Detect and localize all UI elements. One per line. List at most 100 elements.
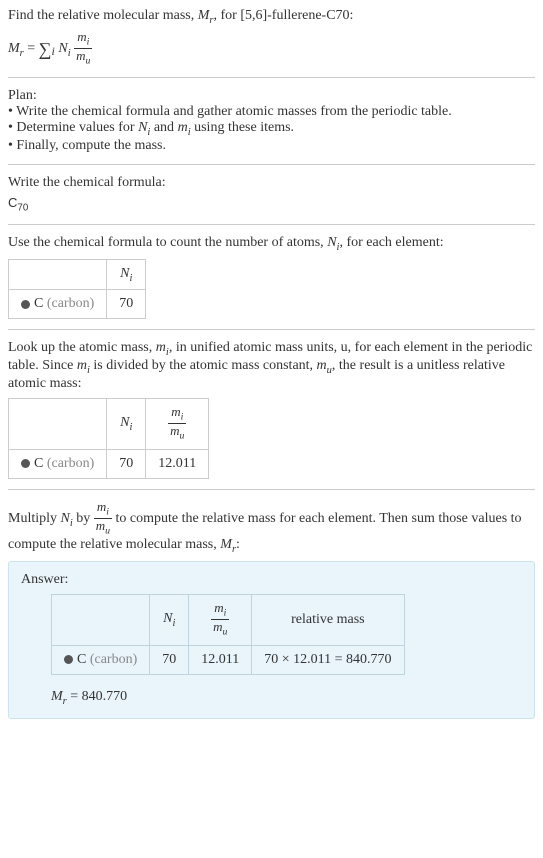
mu-den: mu xyxy=(74,49,92,67)
ni-i: i xyxy=(68,48,71,59)
empty-header xyxy=(9,259,107,290)
sigma-icon: ∑i xyxy=(39,40,55,58)
mi-mass2-m: m xyxy=(77,358,87,373)
mass-pre: Look up the atomic mass, xyxy=(8,340,156,355)
element-cell: C (carbon) xyxy=(52,645,150,674)
equals: = xyxy=(24,41,39,56)
answer-box: Answer: Ni mimu relative mass C (carbon)… xyxy=(8,561,535,719)
el-carbon3: (carbon) xyxy=(90,652,137,667)
mi-plan-m: m xyxy=(178,120,188,135)
element-cell: C (carbon) xyxy=(9,449,107,478)
table-row: C (carbon) 70 12.011 70 × 12.011 = 840.7… xyxy=(52,645,405,674)
mr-res: Mr xyxy=(220,537,236,552)
mr-m: M xyxy=(198,8,210,23)
ni-n: N xyxy=(58,41,67,56)
r-mu-u: u xyxy=(105,526,110,537)
el-carbon2: (carbon) xyxy=(47,456,94,471)
table-row: Ni xyxy=(9,259,146,290)
intro-section: Find the relative molecular mass, Mr , fo… xyxy=(8,8,535,78)
plan-section: Plan: • Write the chemical formula and g… xyxy=(8,88,535,165)
mi-m: m xyxy=(77,29,86,44)
mr-res-m: M xyxy=(220,537,232,552)
r-mi-m: m xyxy=(97,499,106,514)
el-carbon: (carbon) xyxy=(47,296,94,311)
n-value: 70 xyxy=(107,449,146,478)
intro-post: , for [5,6]-fullerene-C70: xyxy=(214,8,354,23)
plan-bullet-2: • Determine values for Ni and mi using t… xyxy=(8,120,535,138)
mimu-inline: mimu xyxy=(94,500,112,538)
intro-text: Find the relative molecular mass, xyxy=(8,8,198,23)
plan-b2-post: using these items. xyxy=(191,120,294,135)
count-table: Ni C (carbon) 70 xyxy=(8,259,146,320)
mi-num: mi xyxy=(74,30,92,49)
res-pre: Multiply xyxy=(8,511,61,526)
mi-plan: mi xyxy=(178,120,191,135)
count-text: Use the chemical formula to count the nu… xyxy=(8,235,535,253)
mi-over-mu: mi mu xyxy=(74,30,92,68)
a-mu-u: u xyxy=(223,627,228,638)
mu-mass: mu xyxy=(317,358,332,373)
ni-header: Ni xyxy=(107,259,146,290)
ni-h-i: i xyxy=(129,272,132,283)
plan-b2-mid: and xyxy=(150,120,177,135)
mu-u: u xyxy=(86,56,91,67)
mr-var-2: Mr xyxy=(8,41,24,56)
sigma-sub: i xyxy=(52,44,55,58)
ni-res: Ni xyxy=(61,511,73,526)
h-mu-u: u xyxy=(180,431,185,442)
empty-header xyxy=(9,399,107,450)
element-cell: C (carbon) xyxy=(9,290,107,319)
mimu-header: mimu xyxy=(146,399,209,450)
mr-final-m: M xyxy=(51,689,63,704)
dot-icon xyxy=(21,459,30,468)
ni-header: Ni xyxy=(107,399,146,450)
mu-mass-m: m xyxy=(317,358,327,373)
r-mi-i: i xyxy=(106,506,109,517)
ni: Ni xyxy=(58,41,70,56)
ni-plan: Ni xyxy=(138,120,150,135)
answer-table: Ni mimu relative mass C (carbon) 70 12.0… xyxy=(51,594,405,675)
dot-icon xyxy=(21,300,30,309)
res-mid1: by xyxy=(73,511,94,526)
mimu-header: mimu xyxy=(189,595,252,646)
mass-value: 12.011 xyxy=(189,645,252,674)
plan-heading: Plan: xyxy=(8,88,535,104)
mi-mass-m: m xyxy=(156,340,166,355)
ni-count: Ni xyxy=(327,235,339,250)
plan-b2-pre: • Determine values for xyxy=(8,120,138,135)
formula-sub: 70 xyxy=(17,203,28,214)
mass-section: Look up the atomic mass, mi, in unified … xyxy=(8,340,535,489)
mass-mid2: is divided by the atomic mass constant, xyxy=(90,358,317,373)
ni-h2-i: i xyxy=(129,422,132,433)
main-formula: Mr = ∑i Ni mi mu xyxy=(8,30,535,68)
plan-bullet-1: • Write the chemical formula and gather … xyxy=(8,104,535,120)
result-text: Multiply Ni by mimu to compute the relat… xyxy=(8,500,535,555)
empty-header xyxy=(52,595,150,646)
ni-a-i: i xyxy=(172,618,175,629)
final-result: Mr = 840.770 xyxy=(51,689,522,707)
chemical-formula: C70 xyxy=(8,195,535,214)
formula-section: Write the chemical formula: C70 xyxy=(8,175,535,225)
mi-mass: mi xyxy=(156,340,169,355)
formula-base: C xyxy=(8,195,17,210)
mi-mass2: mi xyxy=(77,358,90,373)
n-value: 70 xyxy=(150,645,189,674)
mu-m: m xyxy=(76,48,85,63)
result-section: Multiply Ni by mimu to compute the relat… xyxy=(8,500,535,730)
table-row: C (carbon) 70 xyxy=(9,290,146,319)
h-mi-m: m xyxy=(171,404,180,419)
table-row: Ni mimu relative mass xyxy=(52,595,405,646)
el-c: C xyxy=(34,296,47,311)
h-mi-i: i xyxy=(181,412,184,423)
ni-count-n: N xyxy=(327,235,336,250)
table-row: C (carbon) 70 12.011 xyxy=(9,449,209,478)
a-mi-i: i xyxy=(224,608,227,619)
mass-value: 12.011 xyxy=(146,449,209,478)
el-c2: C xyxy=(34,456,47,471)
ni-res-n: N xyxy=(61,511,70,526)
mass-text: Look up the atomic mass, mi, in unified … xyxy=(8,340,535,392)
a-mi-m: m xyxy=(214,600,223,615)
sigma-symbol: ∑ xyxy=(39,39,52,59)
r-mu-m: m xyxy=(96,518,105,533)
n-value: 70 xyxy=(107,290,146,319)
